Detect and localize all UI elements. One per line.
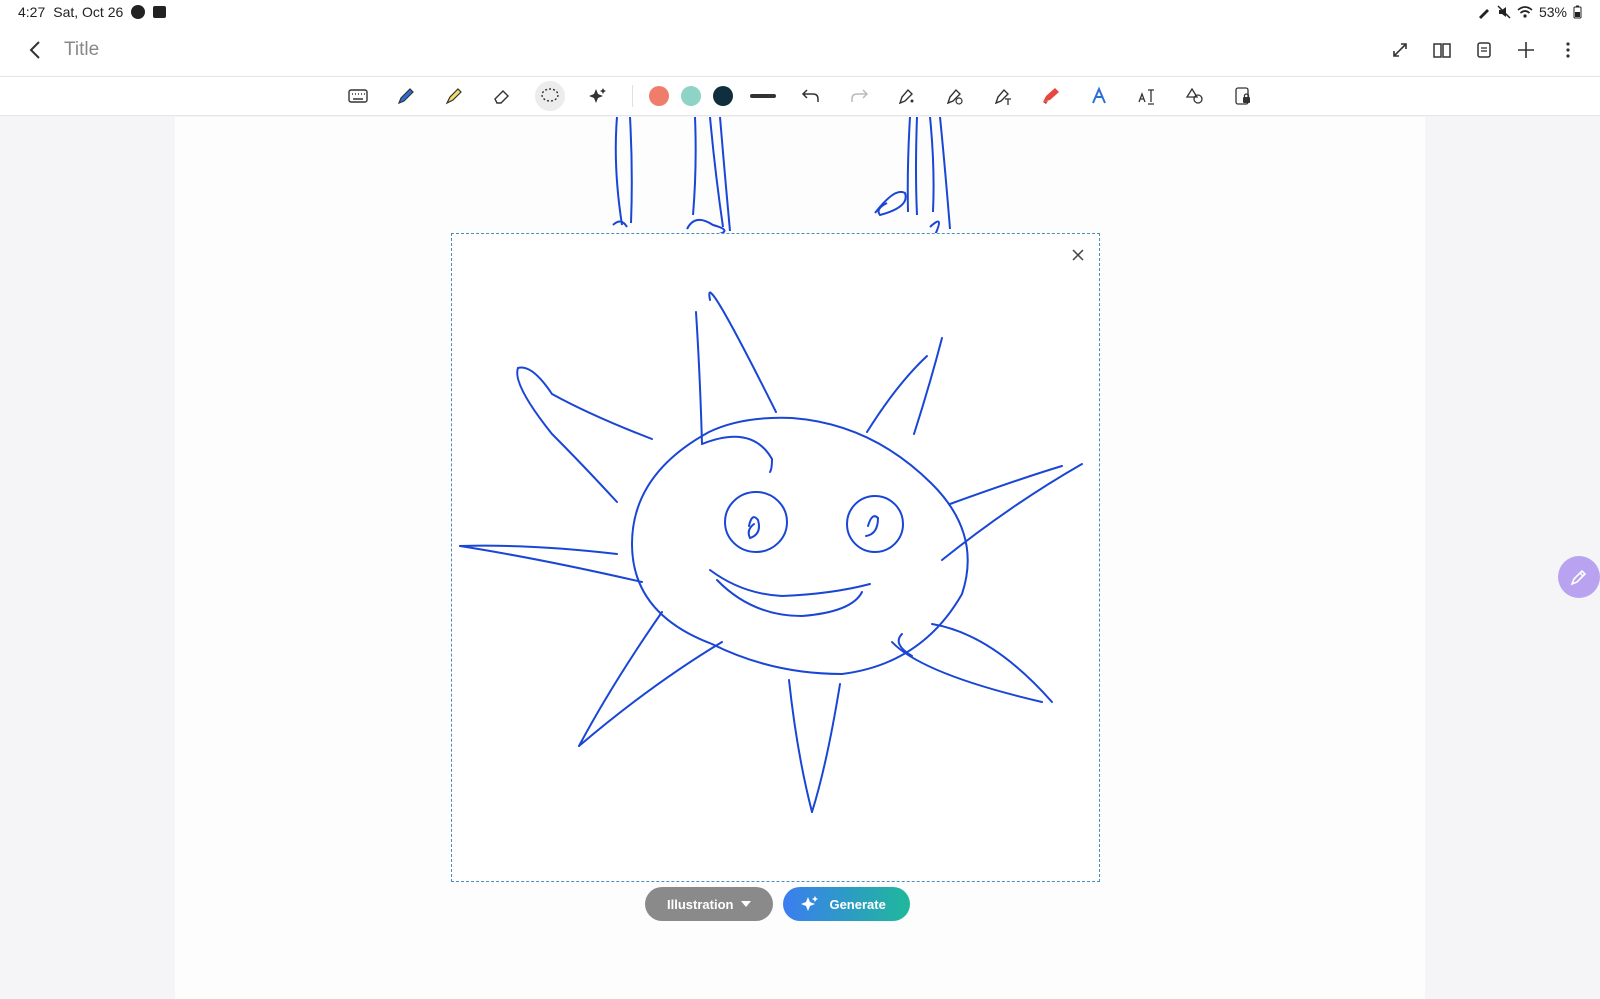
handwriting-a-icon bbox=[1091, 86, 1106, 104]
redo-icon bbox=[850, 89, 868, 102]
close-icon bbox=[1072, 249, 1084, 261]
status-bar: 4:27 Sat, Oct 26 53% bbox=[0, 0, 1600, 24]
line-weight-icon bbox=[749, 94, 776, 98]
status-date: Sat, Oct 26 bbox=[53, 4, 124, 20]
generate-button[interactable]: Generate bbox=[783, 887, 910, 921]
mute-icon bbox=[1497, 5, 1511, 19]
drawing-strokes-above bbox=[612, 117, 951, 235]
pen-clock-icon bbox=[946, 88, 963, 105]
sun-sketch bbox=[459, 291, 1083, 813]
pen-text-icon bbox=[994, 88, 1011, 105]
page-layout-button[interactable] bbox=[1472, 38, 1496, 62]
ai-assist-tool[interactable] bbox=[574, 78, 622, 114]
close-selection-button[interactable] bbox=[1067, 244, 1089, 266]
pen-sparkle-tool[interactable] bbox=[883, 78, 931, 114]
pen-clock-tool[interactable] bbox=[931, 78, 979, 114]
canvas-area[interactable]: Illustration Generate bbox=[0, 117, 1600, 999]
pen-icon bbox=[1570, 569, 1587, 586]
status-time: 4:27 bbox=[18, 4, 46, 20]
color-swatch-mint[interactable] bbox=[680, 86, 701, 106]
pen-status-icon bbox=[1478, 9, 1489, 19]
undo-icon bbox=[801, 89, 819, 102]
sparkle-icon bbox=[588, 88, 606, 103]
style-dropdown[interactable]: Illustration bbox=[645, 887, 774, 921]
pen-text-tool[interactable] bbox=[979, 78, 1027, 114]
color-swatch-dark[interactable] bbox=[712, 86, 733, 106]
battery-icon bbox=[1573, 5, 1582, 19]
more-options-button[interactable] bbox=[1556, 38, 1580, 62]
color-swatch-orange[interactable] bbox=[648, 86, 669, 106]
eraser-icon bbox=[493, 90, 509, 104]
pen-icon bbox=[397, 88, 414, 105]
gallery-icon bbox=[153, 6, 167, 18]
eraser-tool[interactable] bbox=[478, 78, 526, 114]
text-size-icon bbox=[1137, 89, 1154, 105]
app-header: Title bbox=[0, 24, 1600, 76]
drawing-toolbar bbox=[0, 76, 1600, 116]
shapes-tool[interactable] bbox=[1171, 78, 1219, 114]
style-dropdown-label: Illustration bbox=[667, 896, 734, 912]
chevron-left-icon bbox=[29, 41, 40, 59]
lock-tool[interactable] bbox=[1219, 78, 1267, 114]
lasso-selection-box[interactable] bbox=[451, 233, 1100, 882]
lock-page-icon bbox=[1234, 87, 1250, 105]
expand-icon bbox=[1393, 43, 1407, 57]
highlighter-tool[interactable] bbox=[430, 78, 478, 114]
highlighter-icon bbox=[445, 88, 462, 105]
caret-down-icon bbox=[741, 901, 752, 907]
battery-percent: 53% bbox=[1538, 4, 1567, 20]
handwriting-style-tool[interactable] bbox=[1075, 78, 1123, 114]
shapes-icon bbox=[1185, 87, 1203, 104]
generate-actions: Illustration Generate bbox=[645, 887, 910, 921]
redo-button[interactable] bbox=[835, 78, 883, 114]
pen-tool[interactable] bbox=[382, 78, 430, 114]
more-vertical-icon bbox=[1566, 42, 1570, 58]
toolbar-divider bbox=[631, 85, 633, 107]
note-title[interactable]: Title bbox=[64, 39, 99, 61]
messenger-icon bbox=[131, 5, 146, 19]
lasso-icon bbox=[540, 88, 559, 102]
text-size-tool[interactable] bbox=[1123, 78, 1171, 114]
wifi-icon bbox=[1517, 6, 1533, 18]
add-page-button[interactable] bbox=[1514, 38, 1538, 62]
plus-icon bbox=[1518, 42, 1534, 58]
page-icon bbox=[1477, 42, 1491, 58]
book-view-button[interactable] bbox=[1430, 38, 1454, 62]
back-button[interactable] bbox=[20, 35, 50, 65]
marker-icon bbox=[1042, 88, 1059, 104]
undo-button[interactable] bbox=[787, 78, 835, 114]
generate-button-label: Generate bbox=[829, 896, 886, 912]
keyboard-tool[interactable] bbox=[334, 78, 382, 114]
floating-pen-button[interactable] bbox=[1558, 556, 1600, 598]
pen-sparkle-icon bbox=[898, 88, 913, 105]
red-marker-tool[interactable] bbox=[1027, 78, 1075, 114]
book-icon bbox=[1433, 43, 1451, 58]
lasso-tool[interactable] bbox=[526, 78, 574, 114]
fullscreen-button[interactable] bbox=[1388, 38, 1412, 62]
sparkle-icon bbox=[801, 896, 819, 911]
stroke-width-tool[interactable] bbox=[739, 78, 787, 114]
keyboard-icon bbox=[347, 89, 368, 103]
